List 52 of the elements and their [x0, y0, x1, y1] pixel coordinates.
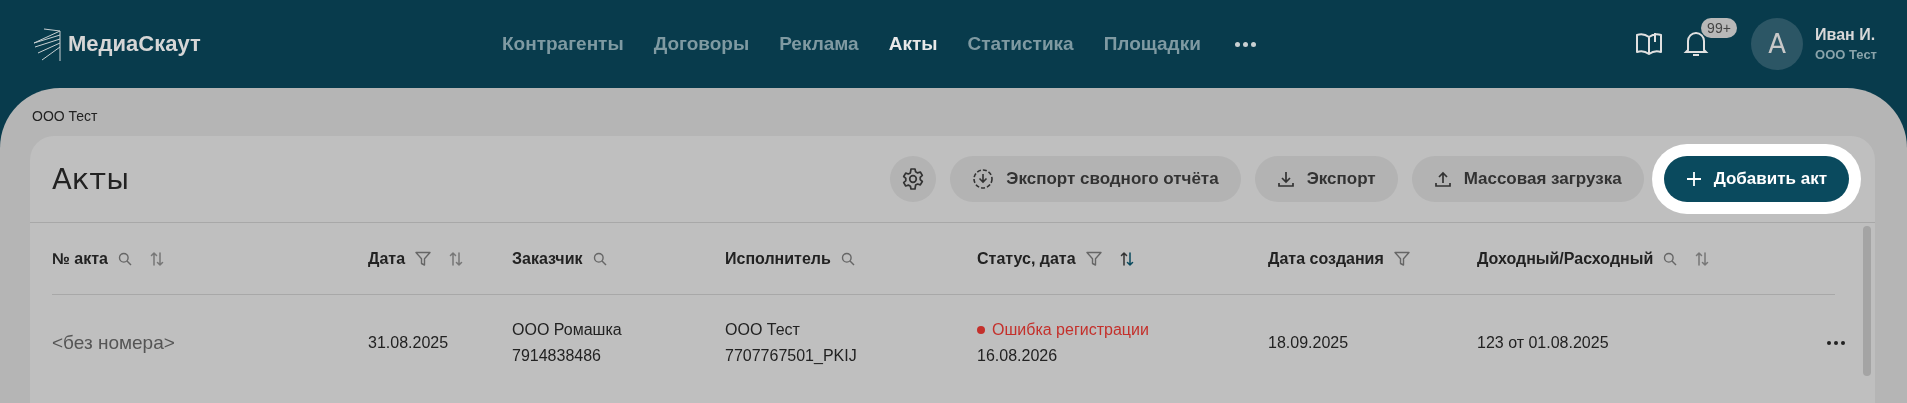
- settings-button[interactable]: [890, 156, 937, 202]
- column-header: Заказчик: [512, 249, 583, 268]
- search-icon[interactable]: [592, 251, 607, 266]
- search-icon[interactable]: [1663, 251, 1678, 266]
- nav-tab[interactable]: Статистика: [967, 33, 1074, 55]
- breadcrumb[interactable]: ООО Тест: [32, 108, 1875, 124]
- user-company: ООО Тест: [1815, 47, 1877, 62]
- action-button[interactable]: Экспорт сводного отчёта: [950, 156, 1241, 202]
- table-cell-text: 31.08.2025: [368, 333, 450, 352]
- table-cell: 123 от 01.08.2025: [1477, 333, 1609, 352]
- nav-tab[interactable]: Реклама: [779, 33, 859, 55]
- column-header: Дата создания: [1268, 249, 1384, 268]
- settings-icon: [901, 167, 926, 191]
- logo-icon: [32, 27, 62, 61]
- nav-tab[interactable]: Договоры: [653, 33, 750, 55]
- more-icon[interactable]: [1827, 340, 1845, 345]
- table-cell-text: 7707767501_PKIJ: [725, 346, 858, 365]
- act-number[interactable]: <без номера>: [52, 331, 368, 354]
- column-header: Дата: [368, 249, 406, 268]
- nav-tab[interactable]: Акты: [888, 33, 938, 55]
- upload-icon: [1433, 170, 1452, 188]
- filter-icon[interactable]: [1393, 251, 1410, 266]
- download-icon: [1276, 170, 1295, 188]
- table-cell-text: 7914838486: [512, 346, 602, 365]
- more-icon[interactable]: [1234, 41, 1256, 47]
- table-cell-text: 16.08.2026: [977, 346, 1059, 365]
- table-cell-text: ООО Тест: [725, 320, 801, 339]
- scrollbar[interactable]: [1863, 226, 1871, 376]
- filter-icon[interactable]: [1085, 251, 1102, 266]
- sort-icon[interactable]: [1119, 250, 1134, 267]
- search-icon[interactable]: [840, 251, 855, 266]
- filter-icon[interactable]: [415, 251, 432, 266]
- app-logo[interactable]: МедиаСкаут: [68, 31, 201, 57]
- user-avatar[interactable]: А: [1751, 18, 1804, 70]
- action-button[interactable]: Экспорт: [1254, 156, 1398, 202]
- column-header: № акта: [52, 249, 108, 268]
- table-cell-text: 18.09.2025: [1268, 333, 1350, 352]
- search-icon[interactable]: [117, 251, 132, 266]
- column-header: Статус, дата: [977, 249, 1076, 268]
- column-header: Исполнитель: [725, 249, 831, 268]
- nav-tab[interactable]: Контрагенты: [502, 33, 624, 55]
- table-cell-text: ООО Ромашка: [512, 320, 623, 339]
- user-name: Иван И.: [1815, 26, 1877, 44]
- download-circle-icon: [972, 168, 995, 190]
- book-icon[interactable]: [1635, 32, 1664, 56]
- action-button[interactable]: Массовая загрузка: [1411, 156, 1644, 202]
- column-header: Доходный/Расходный: [1477, 249, 1654, 268]
- page-title: Акты: [52, 162, 131, 196]
- nav-tab[interactable]: Площадки: [1103, 33, 1201, 55]
- status-label: Ошибка регистрации: [977, 320, 1268, 339]
- notification-badge: 99+: [1701, 18, 1737, 38]
- plus-icon: [1685, 171, 1702, 187]
